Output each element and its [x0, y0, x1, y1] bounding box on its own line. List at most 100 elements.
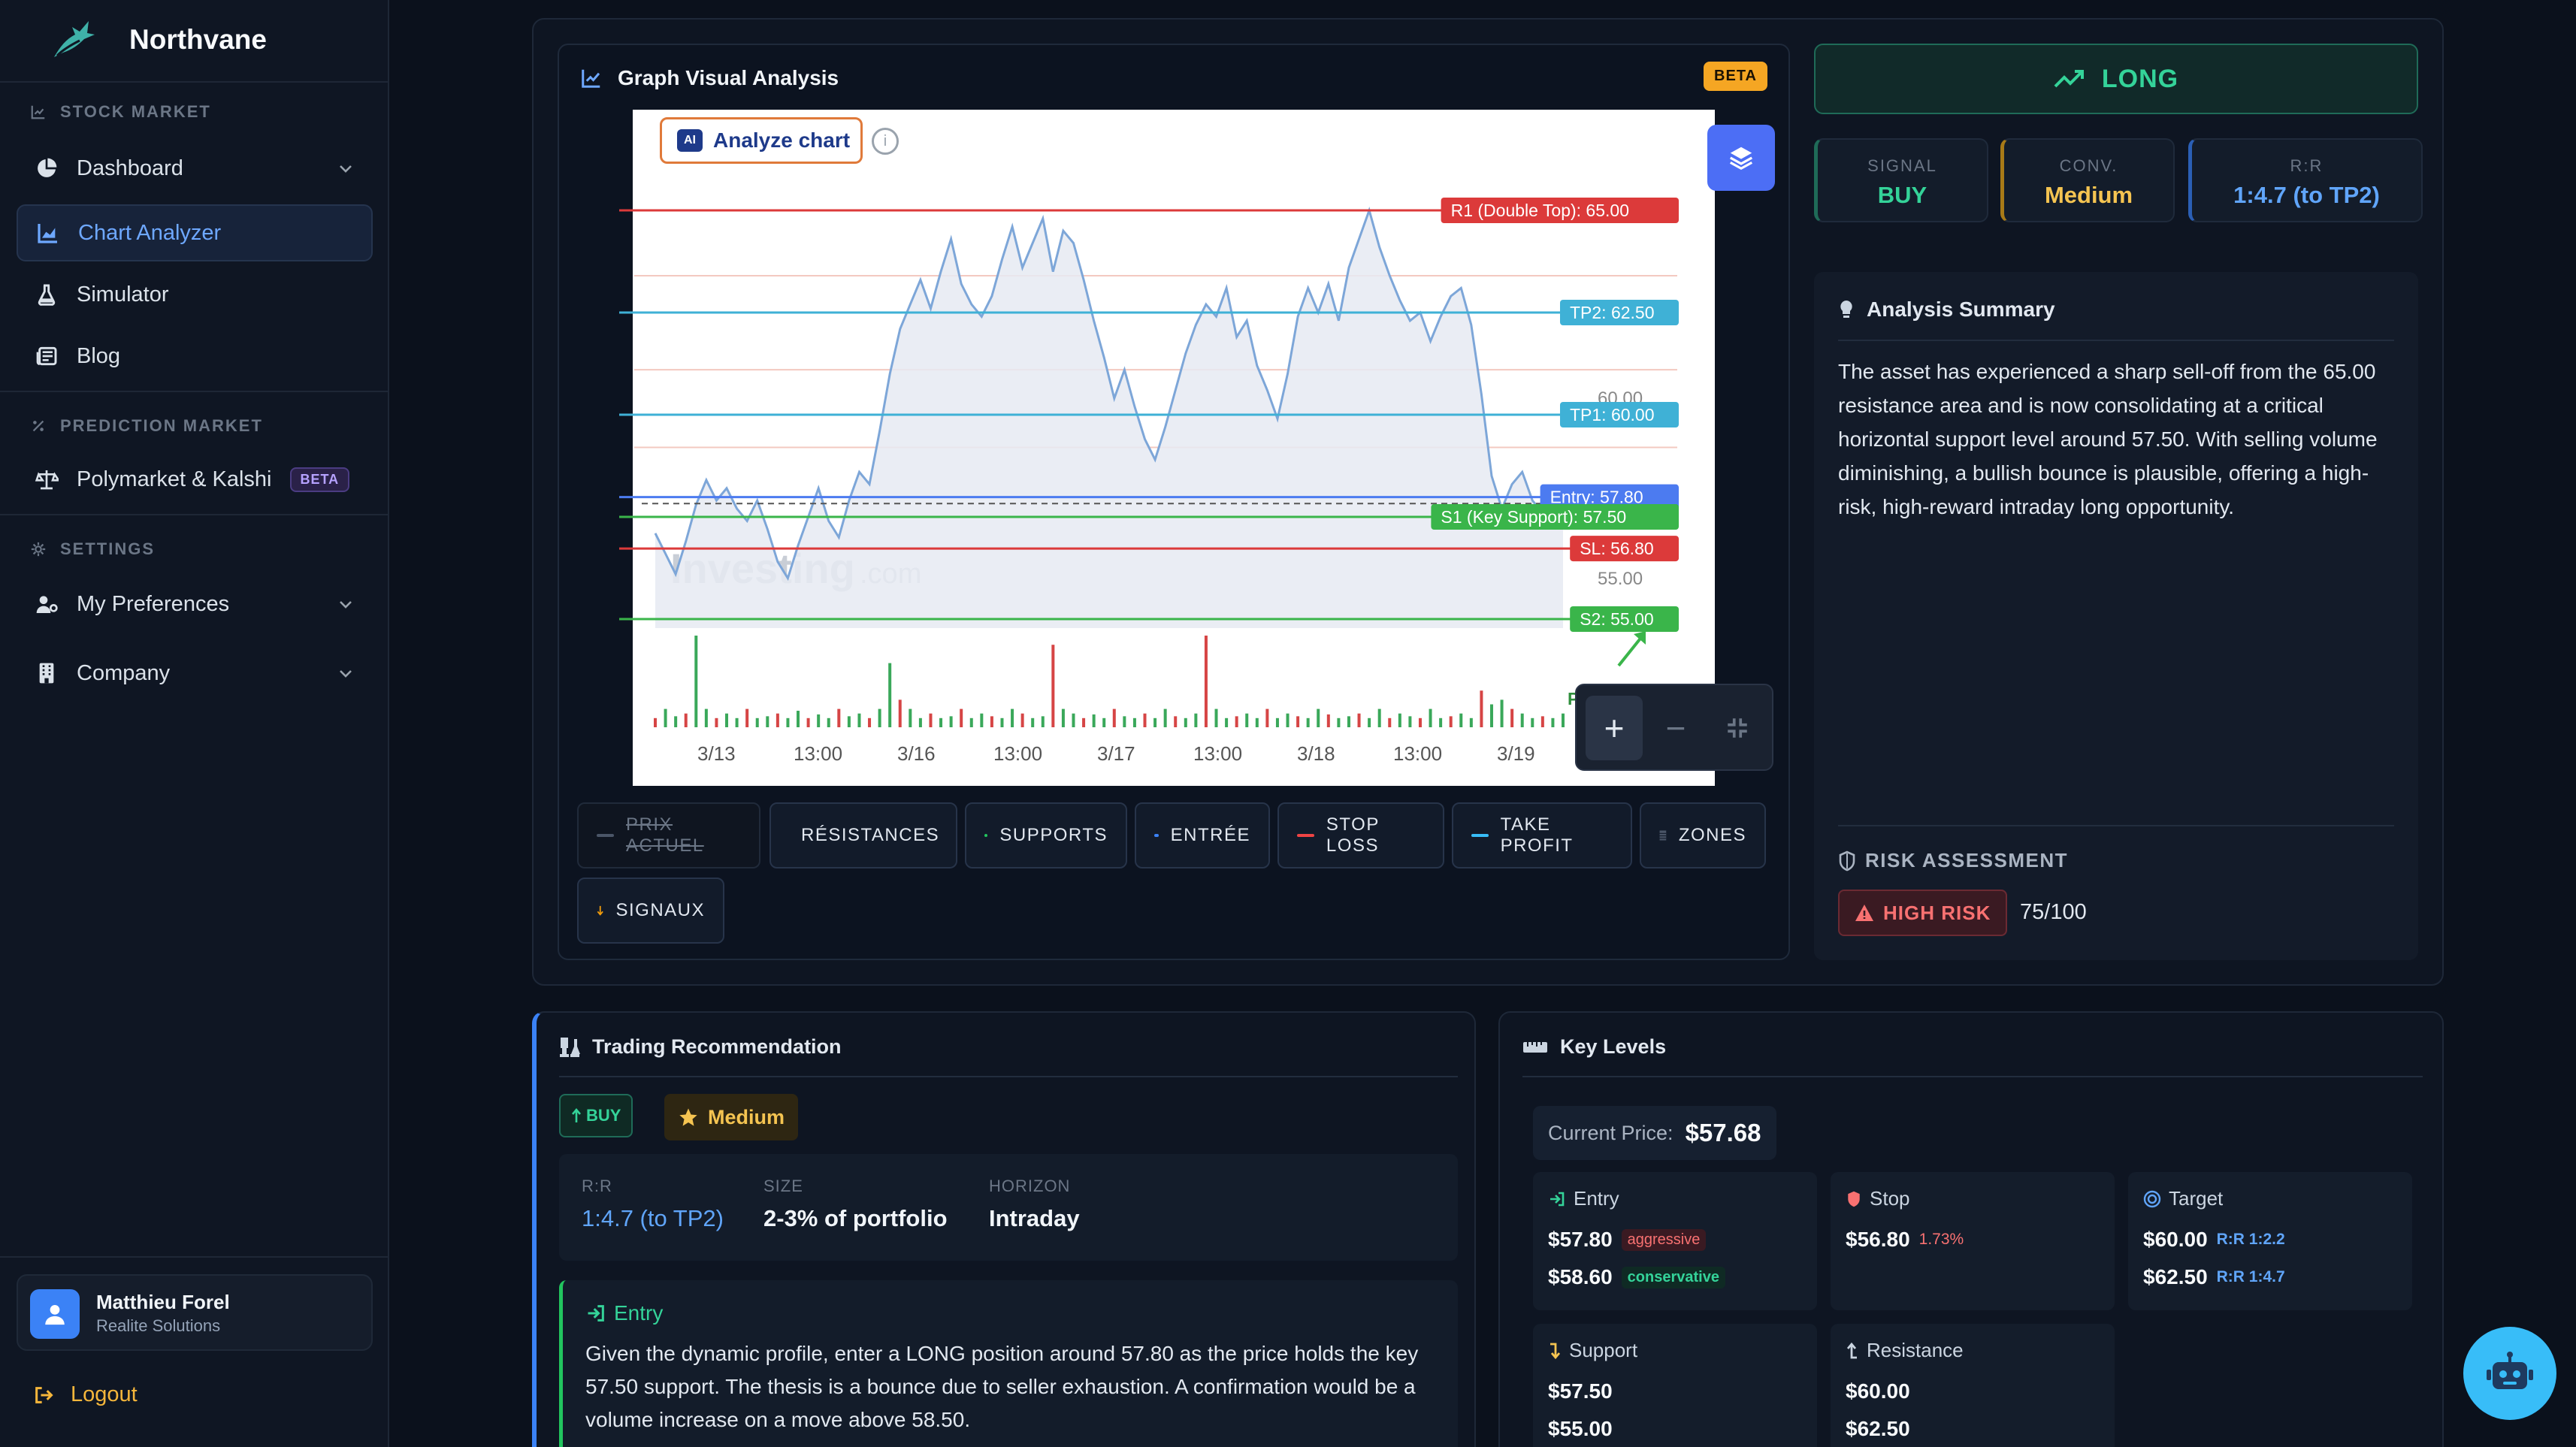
- sidebar-item-polymarket-kalshi[interactable]: Polymarket & Kalshi BETA: [17, 451, 373, 508]
- long-signal-button[interactable]: LONG: [1814, 44, 2418, 114]
- toggle-entry[interactable]: ENTRÉE: [1135, 802, 1270, 869]
- ai-icon: AI: [677, 129, 703, 152]
- conviction-badge: Medium: [664, 1094, 799, 1140]
- entry-card: Entry Given the dynamic profile, enter a…: [559, 1280, 1458, 1447]
- volume-bar: [1214, 708, 1218, 727]
- volume-bar: [735, 717, 739, 727]
- level-card-resistance: Resistance $60.00 $62.50: [1831, 1324, 2115, 1447]
- volume-bar: [704, 708, 708, 727]
- volume-bar: [1061, 708, 1065, 727]
- level-card-target: Target $60.00 R:R 1:2.2 $62.50 R:R 1:4.7: [2128, 1172, 2412, 1310]
- sidebar-item-my-preferences[interactable]: My Preferences: [17, 575, 373, 633]
- volume-bar: [1357, 713, 1361, 727]
- stat-signal: SIGNAL BUY: [1814, 138, 1988, 222]
- level-label: S2: 55.00: [1580, 609, 1653, 629]
- sidebar-divider: [0, 391, 389, 392]
- y-tick-label: 55.00: [1598, 569, 1643, 589]
- scale-icon: [35, 470, 59, 490]
- sidebar-item-simulator[interactable]: Simulator: [17, 266, 373, 323]
- volume-bar: [694, 636, 698, 727]
- volume-bar: [755, 717, 759, 727]
- volume-bar: [898, 699, 902, 727]
- logout-button[interactable]: Logout: [33, 1382, 138, 1407]
- stat-conviction: CONV. Medium: [2000, 138, 2175, 222]
- volume-bar: [664, 708, 667, 727]
- volume-bar: [1132, 717, 1136, 727]
- card-title: Graph Visual Analysis: [580, 66, 839, 90]
- brand-name: Northvane: [129, 24, 267, 55]
- x-tick-label: 3/18: [1297, 742, 1335, 765]
- volume-bar: [806, 717, 810, 727]
- layers-icon: [1729, 147, 1753, 171]
- user-icon: [45, 1304, 65, 1325]
- zoom-controls: + −: [1575, 684, 1773, 771]
- newspaper-icon: [36, 346, 57, 366]
- sidebar-item-company[interactable]: Company: [17, 645, 373, 702]
- chevron-down-icon: [340, 670, 352, 678]
- recommendation-grid: R:R 1:4.7 (to TP2) SIZE 2-3% of portfoli…: [559, 1154, 1458, 1261]
- volume-bar: [868, 717, 872, 727]
- toggle-signals[interactable]: SIGNAUX: [577, 878, 724, 944]
- volume-bar: [1510, 708, 1514, 727]
- analyze-chart-button[interactable]: AI Analyze chart: [660, 117, 863, 164]
- sidebar-item-dashboard[interactable]: Dashboard: [17, 140, 373, 197]
- user-card[interactable]: Matthieu Forel Realite Solutions: [17, 1274, 373, 1351]
- target-icon: [2143, 1190, 2161, 1207]
- brand-logo-icon: [54, 21, 95, 57]
- volume-bar: [1153, 717, 1157, 727]
- zoom-reset-button[interactable]: [1709, 696, 1766, 760]
- volume-bar: [990, 716, 993, 727]
- volume-bar: [1051, 645, 1055, 727]
- shield-icon: [1839, 850, 1855, 871]
- panel-title: Trading Recommendation: [559, 1035, 842, 1059]
- sidebar-item-blog[interactable]: Blog: [17, 328, 373, 385]
- volume-bar: [1204, 636, 1208, 727]
- chess-icon: [560, 1037, 580, 1057]
- layers-button[interactable]: [1707, 125, 1775, 191]
- volume-bar: [1031, 717, 1035, 727]
- sidebar-item-chart-analyzer[interactable]: Chart Analyzer: [17, 204, 373, 261]
- toggle-supports[interactable]: SUPPORTS: [965, 802, 1127, 869]
- entry-title: Entry: [585, 1301, 663, 1325]
- volume-bar: [929, 713, 933, 727]
- pie-chart-icon: [38, 158, 57, 177]
- toggle-take-profit[interactable]: TAKE PROFIT: [1452, 802, 1632, 869]
- sign-in-icon: [588, 1305, 604, 1322]
- price-chart[interactable]: Investing.com60.0055.0057.68R1 (Double T…: [619, 110, 1730, 786]
- volume-bar: [1000, 717, 1004, 727]
- volume-bar: [1143, 713, 1147, 727]
- assistant-bot-button[interactable]: [2463, 1327, 2556, 1420]
- zoom-out-button[interactable]: −: [1647, 696, 1704, 760]
- level-label: TP1: 60.00: [1570, 405, 1655, 424]
- user-gear-icon: [36, 596, 58, 613]
- toggle-resistances[interactable]: RÉSISTANCES: [769, 802, 957, 869]
- volume-bar: [1163, 708, 1167, 727]
- beta-badge: BETA: [1704, 62, 1767, 91]
- sidebar-item-label: Chart Analyzer: [78, 220, 222, 245]
- chevron-down-icon: [340, 165, 352, 173]
- ruler-icon: [1523, 1041, 1547, 1053]
- building-icon: [39, 663, 54, 684]
- info-icon[interactable]: i: [872, 128, 899, 155]
- toggle-stop-loss[interactable]: STOP LOSS: [1277, 802, 1444, 869]
- volume-bar: [1194, 713, 1198, 727]
- arrow-down-icon: [597, 905, 603, 916]
- sidebar-divider: [0, 514, 389, 515]
- robot-icon: [2487, 1352, 2533, 1389]
- level-card-stop: Stop $56.80 1.73%: [1831, 1172, 2115, 1310]
- volume-bar: [1225, 717, 1229, 727]
- toggle-zones[interactable]: ZONES: [1640, 802, 1766, 869]
- volume-bar: [949, 716, 953, 727]
- volume-bar: [1245, 713, 1249, 727]
- volume-bar: [857, 713, 861, 727]
- zoom-in-button[interactable]: +: [1586, 696, 1643, 760]
- section-settings: SETTINGS: [30, 539, 155, 559]
- x-tick-label: 3/19: [1497, 742, 1535, 765]
- sidebar-item-label: Company: [77, 660, 171, 685]
- summary-text: The asset has experienced a sharp sell-o…: [1838, 360, 2378, 518]
- toggle-current-price[interactable]: PRIX ACTUEL: [577, 802, 760, 869]
- zones-icon: [1659, 830, 1667, 841]
- volume-bar: [1398, 713, 1401, 727]
- volume-bar: [939, 717, 943, 727]
- volume-bar: [1092, 714, 1096, 727]
